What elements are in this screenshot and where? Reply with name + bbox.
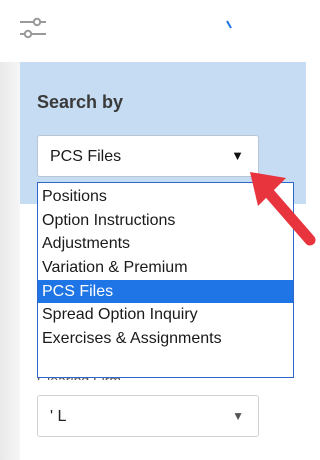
clearing-firm-select[interactable]: ' L ▼	[37, 395, 259, 437]
option-item[interactable]: Exercises & Assignments	[38, 327, 293, 351]
option-item[interactable]: Spread Option Inquiry	[38, 303, 293, 327]
sidebar-edge	[0, 62, 20, 460]
search-by-select[interactable]: PCS Files ▼	[37, 135, 259, 177]
caret-down-icon: ▼	[232, 409, 244, 423]
partial-icon	[226, 20, 232, 29]
clearing-firm-value: ' L	[50, 408, 67, 425]
top-bar	[0, 0, 319, 62]
option-item[interactable]: Variation & Premium	[38, 256, 293, 280]
sliders-icon[interactable]	[18, 14, 48, 42]
callout-arrow-icon	[250, 172, 316, 246]
search-by-label: Search by	[37, 92, 124, 112]
search-by-selected-value: PCS Files	[50, 148, 122, 165]
option-item[interactable]: PCS Files	[38, 279, 293, 304]
